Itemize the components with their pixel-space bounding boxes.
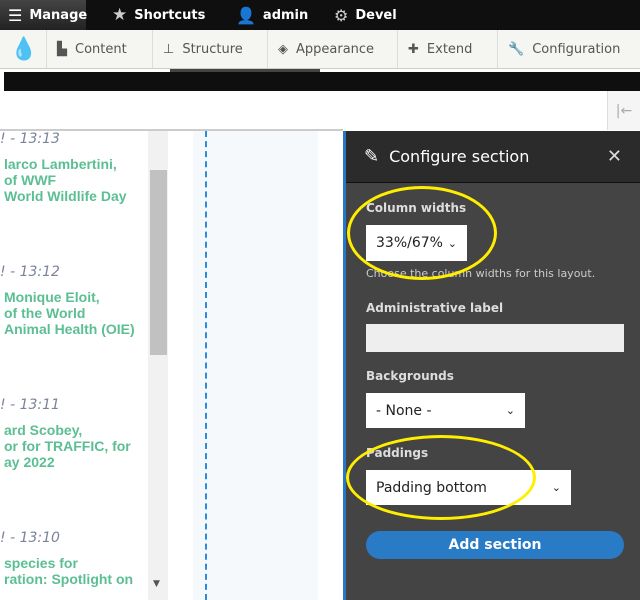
manage-tab[interactable]: ☰ Manage: [0, 0, 87, 30]
wrench-icon: 🔧: [508, 41, 525, 57]
news-title-link[interactable]: Monique Eloit, of the World Animal Health …: [4, 289, 135, 337]
news-time: ! - 13:11: [0, 397, 60, 413]
news-list: ! - 13:13 larco Lambertini, of WWF World W…: [0, 131, 148, 600]
paintbrush-icon: ◈: [278, 41, 288, 57]
hero-banner: [4, 72, 640, 91]
tray-item-appearance[interactable]: ◈ Appearance: [267, 30, 384, 68]
scrollbar-thumb[interactable]: [150, 170, 167, 355]
admin-tray: 💧 ▙ Content ⊥ Structure ◈ Appearance ✚ Exten…: [0, 30, 640, 69]
tray-item-structure[interactable]: ⊥ Structure: [152, 30, 253, 68]
puzzle-icon: ✚: [408, 41, 419, 57]
admin-label-label: Administrative label: [366, 301, 504, 315]
news-time: ! - 13:10: [0, 530, 60, 546]
menu-icon: ☰: [8, 5, 23, 25]
chevron-down-icon: ⌄: [505, 404, 515, 417]
news-time: ! - 13:13: [0, 131, 60, 147]
dialog-title: Configure section: [389, 147, 530, 166]
tray-item-extend[interactable]: ✚ Extend: [397, 30, 482, 68]
drupal-logo[interactable]: 💧: [0, 30, 47, 68]
admin-toolbar: ☰ Manage ★ Shortcuts 👤 admin ⚙ Devel: [0, 0, 640, 30]
star-icon: ★: [112, 5, 128, 25]
annotation-ellipse: [346, 435, 536, 520]
annotation-ellipse: [347, 186, 497, 280]
region-outline: [205, 131, 207, 600]
add-section-button[interactable]: Add section: [366, 531, 624, 559]
shortcuts-tab[interactable]: ★ Shortcuts: [104, 0, 213, 30]
file-icon: ▙: [57, 41, 67, 57]
collapse-icon: |←: [615, 102, 633, 119]
devel-tab[interactable]: ⚙ Devel: [326, 0, 405, 30]
scroll-down-arrow[interactable]: ▼: [153, 579, 160, 589]
news-title-link[interactable]: species for ration: Spotlight on: [4, 555, 133, 587]
scrollbar[interactable]: ▼: [148, 131, 168, 600]
backgrounds-label: Backgrounds: [366, 369, 454, 383]
tray-item-configuration[interactable]: 🔧 Configuration: [497, 30, 630, 68]
gear-icon: ⚙: [334, 5, 349, 25]
backgrounds-select[interactable]: - None - ⌄: [366, 393, 525, 428]
layout-region: [193, 131, 318, 600]
user-icon: 👤: [236, 5, 256, 25]
admin-label-input[interactable]: [366, 324, 624, 352]
chevron-down-icon: ⌄: [551, 481, 561, 494]
news-time: ! - 13:12: [0, 264, 60, 280]
close-icon[interactable]: ✕: [607, 146, 622, 167]
pencil-icon: ✎: [364, 146, 380, 167]
sitemap-icon: ⊥: [163, 41, 175, 57]
dialog-header: ✎ Configure section ✕: [346, 131, 640, 183]
collapse-sidebar-button[interactable]: |←: [607, 91, 640, 130]
user-tab[interactable]: 👤 admin: [228, 0, 316, 30]
news-title-link[interactable]: ard Scobey, or for TRAFFIC, for ay 2022: [4, 422, 131, 470]
tray-item-content[interactable]: ▙ Content: [46, 30, 137, 68]
news-title-link[interactable]: larco Lambertini, of WWF World Wildlife Da…: [4, 156, 127, 204]
